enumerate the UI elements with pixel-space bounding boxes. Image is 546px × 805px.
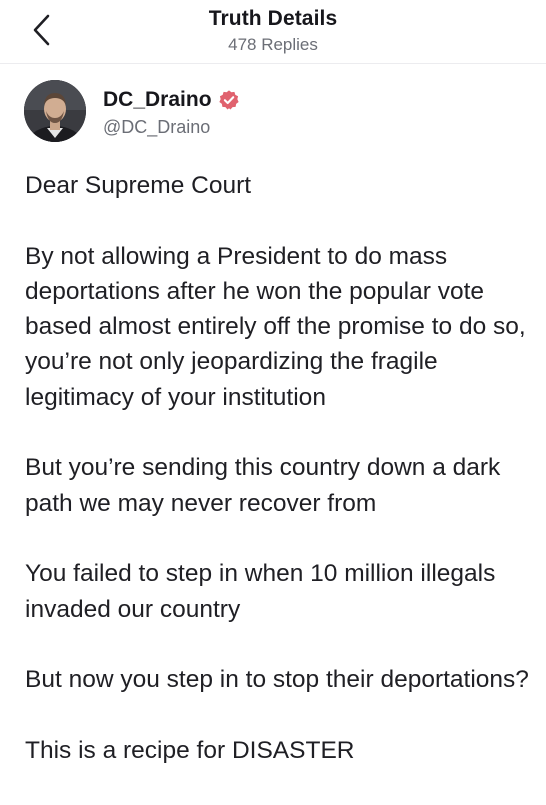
display-name-row: DC_Draino [103, 88, 240, 112]
avatar-image [24, 80, 86, 142]
post-paragraph: By not allowing a President to do mass d… [25, 242, 526, 411]
page-title: Truth Details [208, 7, 338, 30]
display-name[interactable]: DC_Draino [103, 88, 212, 112]
author-row[interactable]: DC_Draino @DC_Draino [24, 80, 524, 144]
reply-count: 478 Replies [228, 35, 318, 54]
verified-badge-icon [218, 90, 239, 110]
post-body: Dear Supreme Court By not allowing a Pre… [25, 168, 540, 768]
post-paragraph: This is a recipe for DISASTER [25, 736, 355, 764]
post-paragraph: You failed to step in when 10 million il… [25, 560, 496, 623]
header-bar: Truth Details 478 Replies [0, 0, 546, 64]
post-paragraph: Dear Supreme Court [25, 172, 252, 199]
post-paragraph: But now you step in to stop their deport… [25, 666, 529, 694]
avatar[interactable] [24, 80, 86, 142]
post-paragraph: But you’re sending this country down a d… [25, 454, 501, 517]
user-handle[interactable]: @DC_Draino [103, 117, 210, 138]
